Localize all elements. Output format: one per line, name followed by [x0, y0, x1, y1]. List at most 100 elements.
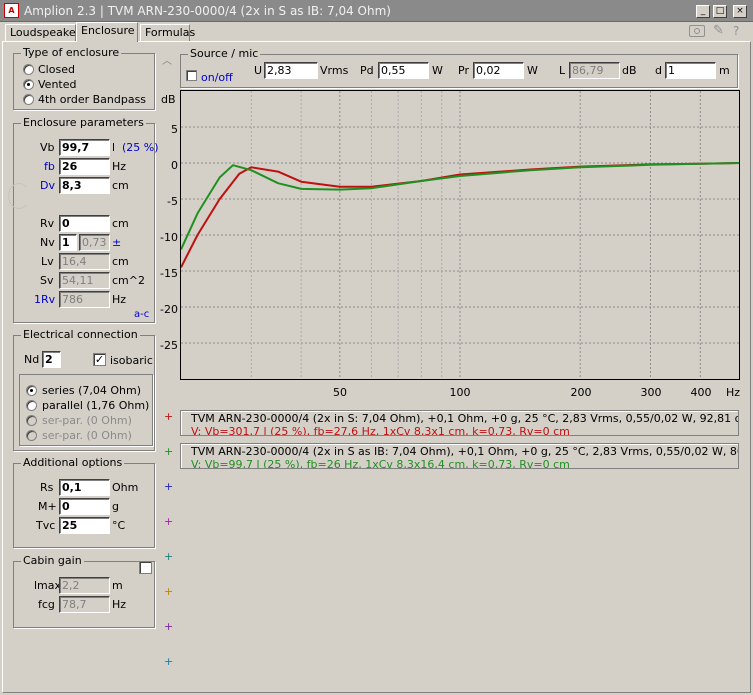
minimize-button[interactable]: _ [696, 5, 710, 18]
x-tick-label: 50 [333, 386, 347, 399]
nv-label: Nv [40, 236, 55, 249]
legend-entry-2[interactable]: TVM ARN-230-0000/4 (2x in S as IB: 7,04 … [180, 443, 739, 469]
x-tick-label: 300 [640, 386, 662, 399]
maximize-button[interactable]: □ [713, 5, 727, 18]
tvc-label: Tvc [36, 519, 56, 532]
slot-2-add-button[interactable]: + [164, 445, 173, 458]
y-axis-label: dB [161, 93, 176, 106]
tab-formulas[interactable]: Formulas [140, 24, 195, 41]
m-input[interactable]: 0 [59, 498, 110, 515]
additional-title: Additional options [21, 456, 125, 469]
dv-input[interactable]: 8,3 [59, 177, 110, 194]
frequency-response-plot[interactable] [180, 90, 740, 380]
radio-vented[interactable] [23, 79, 34, 90]
x-tick-label: 400 [690, 386, 712, 399]
slot-1-add-button[interactable]: + [164, 410, 173, 423]
radio-closed[interactable] [23, 64, 34, 75]
tab-enclosure[interactable]: Enclosure [76, 22, 138, 42]
rs-unit: Ohm [112, 481, 139, 494]
onoff-checkbox[interactable] [186, 70, 197, 81]
radio-parallel[interactable] [26, 400, 37, 411]
label-bandpass: 4th order Bandpass [38, 93, 147, 106]
y-tick-label: -10 [160, 231, 178, 244]
dv-unit: cm [112, 179, 129, 192]
slot-8-add-button[interactable]: + [164, 655, 173, 668]
close-button[interactable]: × [733, 5, 747, 18]
app-icon: A [4, 3, 19, 18]
lv-label: Lv [41, 255, 54, 268]
help-icon[interactable]: ? [733, 24, 739, 38]
rv1-field: 786 [59, 291, 110, 308]
radio-bandpass[interactable] [23, 94, 34, 105]
cabin-gain-checkbox[interactable] [139, 561, 152, 574]
u-input[interactable]: 2,83 [264, 62, 318, 79]
pin-icon[interactable]: ✎ [713, 23, 727, 39]
u-unit: Vrms [320, 64, 349, 77]
m-label: M+ [38, 500, 57, 513]
isobaric-label: isobaric [110, 354, 153, 367]
window-title: Amplion 2.3 | TVM ARN-230-0000/4 (2x in … [24, 4, 391, 18]
tab-loudspeaker[interactable]: Loudspeaker [5, 24, 80, 41]
nv-factor-field: 0,73 [79, 234, 110, 251]
source-title: Source / mic [188, 47, 261, 60]
nd-label: Nd [24, 353, 40, 366]
nd-input[interactable]: 2 [42, 351, 61, 368]
legend-entry-2-line2: V: Vb=99,7 l (25 %), fb=26 Hz, 1xCv 8,3x… [191, 458, 570, 469]
fcg-field: 78,7 [59, 596, 110, 613]
label-series: series (7,04 Ohm) [42, 384, 141, 397]
y-tick-label: -20 [160, 303, 178, 316]
legend-entry-1[interactable]: TVM ARN-230-0000/4 (2x in S: 7,04 Ohm), … [180, 410, 739, 436]
ac-link[interactable]: a-c [134, 309, 149, 320]
onoff-label: on/off [201, 71, 233, 84]
pd-input[interactable]: 0,55 [378, 62, 429, 79]
tvc-input[interactable]: 25 [59, 517, 110, 534]
l-label: L [559, 64, 566, 77]
sv-label: Sv [40, 274, 54, 287]
d-input[interactable]: 1 [665, 62, 716, 79]
slot-5-add-button[interactable]: + [164, 550, 173, 563]
slot-7-add-button[interactable]: + [164, 620, 173, 633]
title-bar: A Amplion 2.3 | TVM ARN-230-0000/4 (2x i… [0, 0, 753, 22]
nv-input[interactable]: 1 [59, 234, 77, 251]
fb-input[interactable]: 26 [59, 158, 110, 175]
lmax-field: 2,2 [59, 577, 110, 594]
fb-label[interactable]: fb [44, 160, 55, 173]
y-tick-label: 5 [171, 123, 178, 136]
knob-decoration [8, 183, 30, 209]
plot-canvas [181, 91, 739, 379]
slot-6-add-button[interactable]: + [164, 585, 173, 598]
camera-icon[interactable] [689, 25, 705, 37]
pr-input[interactable]: 0,02 [473, 62, 524, 79]
x-axis-label: Hz [726, 386, 741, 399]
isobaric-checkbox[interactable]: ✓ [93, 353, 106, 366]
dv-label[interactable]: Dv [40, 179, 55, 192]
cabin-gain-title: Cabin gain [21, 554, 84, 567]
radio-series[interactable] [26, 385, 37, 396]
slot-3-add-button[interactable]: + [164, 480, 173, 493]
y-tick-label: -15 [160, 267, 178, 280]
slot-4-add-button[interactable]: + [164, 515, 173, 528]
x-tick-label: 100 [449, 386, 471, 399]
rs-input[interactable]: 0,1 [59, 479, 110, 496]
rs-label: Rs [40, 481, 54, 494]
cabin-gain-group [13, 561, 155, 628]
vb-label: Vb [40, 141, 55, 154]
lv-unit: cm [112, 255, 129, 268]
fb-unit: Hz [112, 160, 127, 173]
rv1-label[interactable]: 1Rv [34, 293, 55, 306]
nv-plusminus[interactable]: ± [112, 236, 121, 249]
rv1-unit: Hz [112, 293, 127, 306]
collapse-up-icon[interactable]: ︿ [162, 52, 172, 67]
pr-unit: W [527, 64, 538, 77]
l-field: 86,79 [569, 62, 620, 79]
rv-label: Rv [40, 217, 55, 230]
pd-label: Pd [360, 64, 374, 77]
label-ser-par-1: ser-par. (0 Ohm) [42, 414, 132, 427]
vb-percent[interactable]: (25 %) [122, 141, 159, 154]
vb-input[interactable]: 99,7 [59, 139, 110, 156]
rv-input[interactable]: 0 [59, 215, 110, 232]
y-tick-label: -5 [167, 195, 178, 208]
lmax-unit: m [112, 579, 123, 592]
label-closed: Closed [38, 63, 75, 76]
legend-entry-2-line1: TVM ARN-230-0000/4 (2x in S as IB: 7,04 … [191, 445, 738, 458]
